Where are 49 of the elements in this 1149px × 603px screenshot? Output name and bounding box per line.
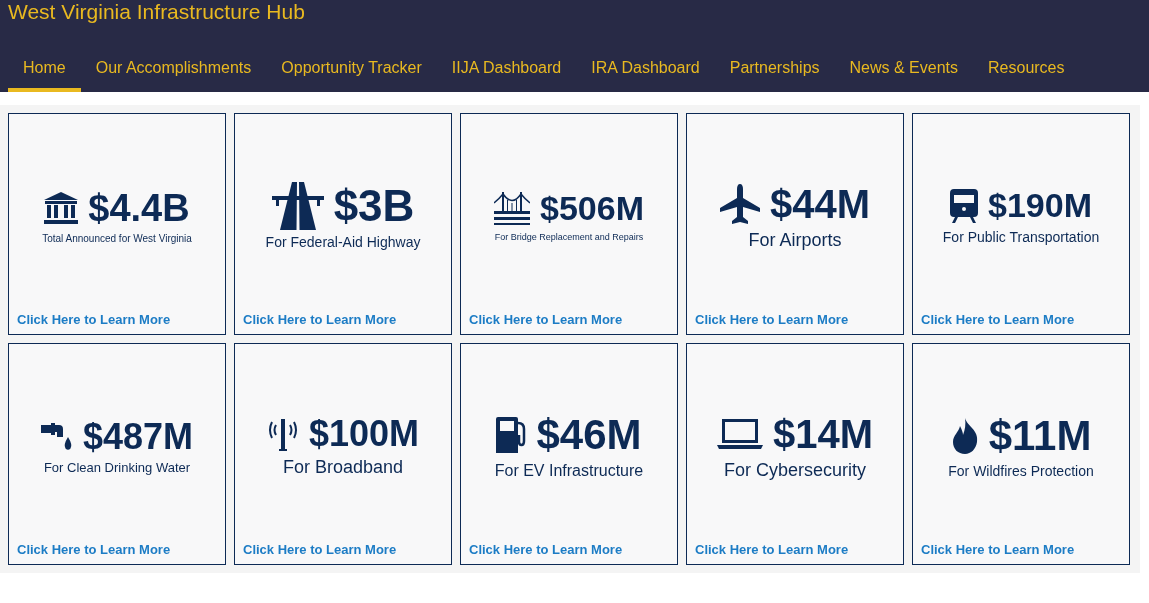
laptop-icon (716, 418, 763, 449)
learn-more-link[interactable]: Click Here to Learn More (17, 312, 171, 327)
train-icon (950, 189, 978, 223)
learn-more-link[interactable]: Click Here to Learn More (469, 542, 623, 557)
amount-caption: For Airports (748, 229, 842, 251)
amount-caption: Total Announced for West Virginia (42, 233, 192, 245)
amount-value: $44M (769, 181, 871, 226)
amount-value: $4.4B (88, 187, 190, 230)
fuel-pump-icon (496, 417, 527, 453)
amount-caption: For Bridge Replacement and Repairs (494, 231, 644, 242)
airplane-icon (719, 183, 760, 224)
learn-more-link[interactable]: Click Here to Learn More (243, 312, 397, 327)
learn-more-link[interactable]: Click Here to Learn More (243, 542, 397, 557)
learn-more-link[interactable]: Click Here to Learn More (17, 542, 171, 557)
amount-caption: For Cybersecurity (724, 459, 866, 481)
learn-more-link[interactable]: Click Here to Learn More (695, 312, 849, 327)
amount-value: $506M (540, 190, 644, 228)
highway-icon (271, 182, 324, 230)
amount-caption: For Public Transportation (942, 228, 1100, 245)
amount-caption: For Wildfires Protection (948, 463, 1094, 480)
amount-caption: For Broadband (282, 457, 404, 479)
radio-tower-icon (266, 416, 299, 451)
nav-tab[interactable]: Opportunity Tracker (266, 44, 437, 92)
nav-tab[interactable]: Home (8, 44, 81, 92)
learn-more-link[interactable]: Click Here to Learn More (921, 312, 1075, 327)
flame-icon (950, 418, 979, 454)
amount-value: $11M (988, 412, 1092, 460)
faucet-drop-icon (40, 422, 73, 451)
site-title: West Virginia Infrastructure Hub (7, 0, 305, 24)
nav-tab[interactable]: IRA Dashboard (576, 44, 715, 92)
amount-value: $100M (308, 413, 420, 454)
amount-caption: For EV Infrastructure (494, 462, 644, 481)
amount-value: $14M (772, 411, 874, 456)
amount-value: $3B (333, 181, 415, 231)
bridge-icon (494, 191, 530, 227)
learn-more-link[interactable]: Click Here to Learn More (695, 542, 849, 557)
nav-tab[interactable]: Our Accomplishments (80, 44, 267, 92)
amount-caption: For Federal-Aid Highway (265, 234, 421, 251)
learn-more-link[interactable]: Click Here to Learn More (921, 542, 1075, 557)
nav-tab[interactable]: News & Events (834, 44, 974, 92)
amount-value: $46M (536, 411, 642, 459)
amount-value: $190M (988, 187, 1092, 225)
amount-value: $487M (82, 416, 194, 457)
nav-tab[interactable]: Partnerships (714, 44, 835, 92)
nav-tab[interactable]: Resources (973, 44, 1080, 92)
amount-caption: For Clean Drinking Water (43, 460, 191, 476)
bank-icon (44, 192, 79, 225)
nav-tab[interactable]: IIJA Dashboard (436, 44, 577, 92)
learn-more-link[interactable]: Click Here to Learn More (469, 312, 623, 327)
